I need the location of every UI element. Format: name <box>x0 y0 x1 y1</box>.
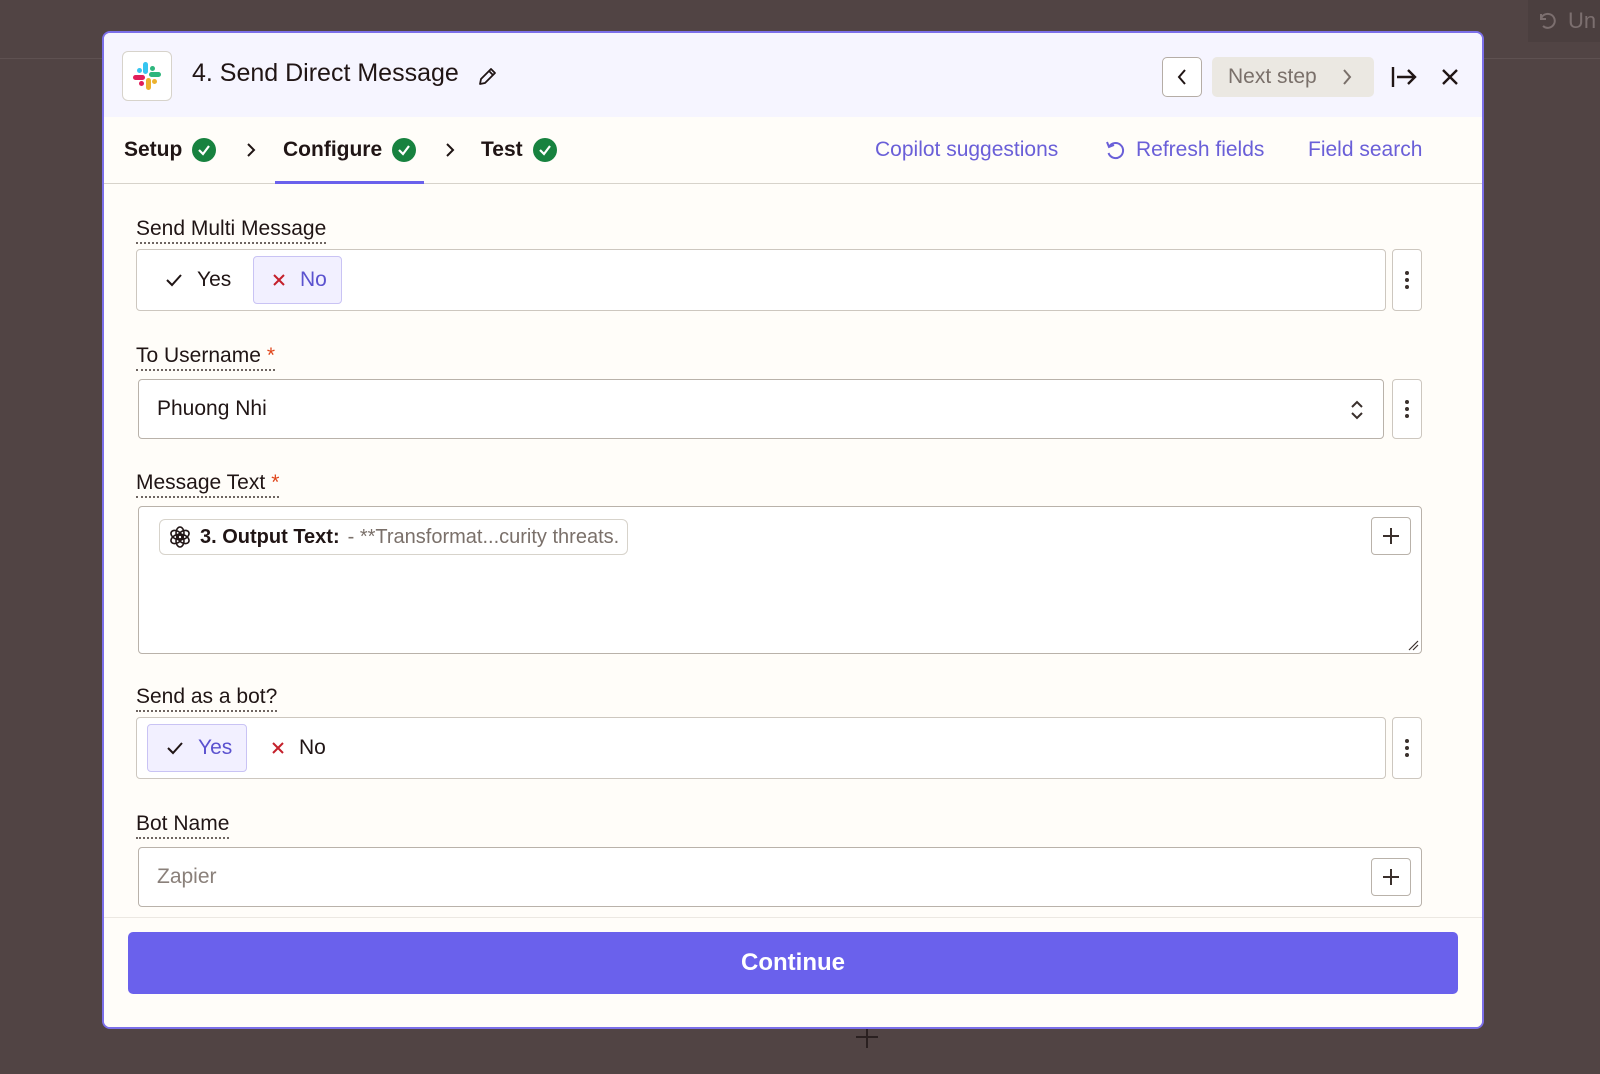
modal-footer: Continue <box>104 917 1482 1027</box>
pill-step-label: 3. Output Text: <box>200 525 340 548</box>
openai-icon <box>170 526 190 548</box>
continue-button[interactable]: Continue <box>128 932 1458 994</box>
tab-setup-label: Setup <box>124 138 183 161</box>
send-as-bot-yes-option[interactable]: Yes <box>147 724 248 772</box>
undo-label: Un <box>1568 8 1597 33</box>
copilot-suggestions-link[interactable]: Copilot suggestions <box>875 117 1058 183</box>
modal-header: 4. Send Direct Message Next step <box>104 33 1482 117</box>
to-username-value: Phuong Nhi <box>157 397 267 420</box>
send-multi-message-label: Send Multi Message <box>136 217 327 244</box>
tab-test[interactable]: Test <box>481 117 557 183</box>
kebab-menu-icon <box>1405 400 1409 418</box>
send-as-bot-label: Send as a bot? <box>136 685 278 712</box>
bot-name-input[interactable] <box>139 848 1359 906</box>
field-search-link[interactable]: Field search <box>1308 117 1422 183</box>
send-as-bot-no-option[interactable]: No <box>253 724 340 772</box>
send-multi-message-toggle: Yes No <box>136 249 1386 311</box>
previous-step-button[interactable] <box>1162 57 1202 97</box>
to-username-select[interactable]: Phuong Nhi <box>138 379 1384 439</box>
send-as-bot-no-label: No <box>299 736 326 759</box>
step-tabs: Setup Configure Test Copilot suggestions <box>104 117 1482 184</box>
message-text-label: Message Text * <box>136 471 280 498</box>
refresh-icon <box>1106 141 1125 160</box>
select-arrows-icon <box>1351 400 1363 420</box>
resize-handle-icon[interactable] <box>1407 639 1419 651</box>
kebab-menu-icon <box>1405 271 1409 289</box>
send-as-bot-options-menu[interactable] <box>1392 717 1422 779</box>
send-as-bot-yes-label: Yes <box>198 736 233 759</box>
required-marker: * <box>266 344 276 367</box>
insert-data-button[interactable] <box>1371 858 1411 896</box>
undo-icon <box>1540 12 1556 29</box>
plus-icon <box>1383 528 1399 544</box>
tab-setup[interactable]: Setup <box>124 117 217 183</box>
check-icon <box>166 274 182 287</box>
send-multi-options-menu[interactable] <box>1392 249 1422 311</box>
send-multi-no-option[interactable]: No <box>253 256 342 304</box>
chevron-right-icon <box>446 143 455 157</box>
tab-configure-label: Configure <box>283 138 383 161</box>
message-text-field[interactable]: 3. Output Text: - **Transformat...curity… <box>138 506 1422 654</box>
check-circle-icon <box>532 138 557 162</box>
chevron-left-icon <box>1177 69 1186 85</box>
edit-pencil-icon[interactable] <box>476 66 498 88</box>
check-circle-icon <box>392 138 417 162</box>
mapped-field-pill[interactable]: 3. Output Text: - **Transformat...curity… <box>159 519 629 555</box>
next-step-button[interactable]: Next step <box>1212 57 1374 97</box>
tab-test-label: Test <box>481 138 523 161</box>
tab-configure[interactable]: Configure <box>274 117 425 184</box>
x-icon <box>273 274 285 286</box>
send-multi-yes-label: Yes <box>197 268 232 291</box>
slack-app-icon <box>122 51 172 101</box>
send-multi-no-label: No <box>300 268 327 291</box>
refresh-fields-button[interactable]: Refresh fields <box>1104 117 1264 183</box>
send-as-bot-toggle: Yes No <box>136 717 1386 779</box>
kebab-menu-icon <box>1405 739 1409 757</box>
chevron-right-icon <box>247 143 256 157</box>
insert-data-button[interactable] <box>1371 517 1411 555</box>
to-username-label: To Username * <box>136 344 276 371</box>
check-circle-icon <box>192 138 217 162</box>
required-marker: * <box>271 471 280 494</box>
step-editor-modal: 4. Send Direct Message Next step Setup C… <box>102 31 1484 1029</box>
send-multi-yes-option[interactable]: Yes <box>147 256 245 304</box>
add-step-plus-icon[interactable] <box>856 1026 878 1048</box>
x-icon <box>272 742 284 754</box>
refresh-fields-label: Refresh fields <box>1136 138 1265 161</box>
undo-button[interactable]: Un <box>1528 0 1600 42</box>
expand-panel-icon[interactable] <box>1390 65 1418 89</box>
bot-name-field <box>138 847 1422 907</box>
step-title: 4. Send Direct Message <box>192 59 459 87</box>
check-icon <box>167 742 183 755</box>
slack-icon <box>133 62 161 90</box>
close-icon[interactable] <box>1440 67 1460 87</box>
next-step-label: Next step <box>1228 65 1317 88</box>
pill-value-preview: - **Transformat...curity threats. <box>347 525 620 548</box>
to-username-options-menu[interactable] <box>1392 379 1422 439</box>
bot-name-label: Bot Name <box>136 812 230 839</box>
plus-icon <box>1383 869 1399 885</box>
chevron-right-icon <box>1342 69 1352 85</box>
